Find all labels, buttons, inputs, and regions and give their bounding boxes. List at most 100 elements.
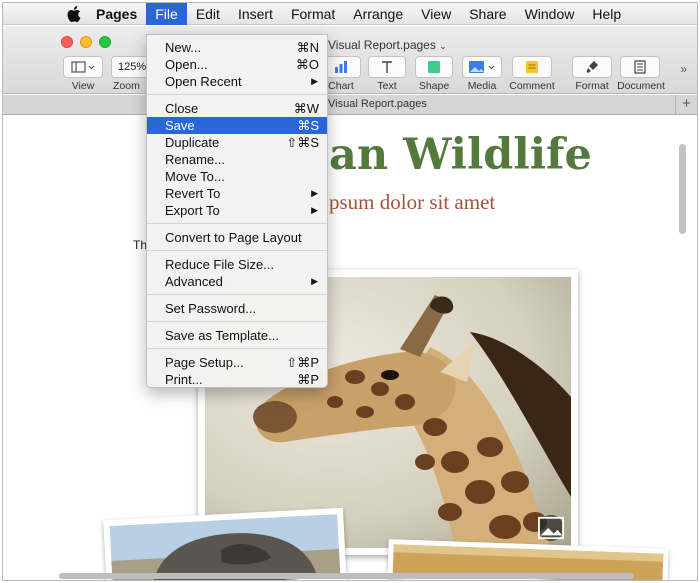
- shape-icon: [428, 61, 440, 73]
- shortcut-label: ⇧⌘P: [286, 355, 319, 370]
- submenu-arrow-icon: ▶: [311, 76, 318, 86]
- shortcut-label: ⌘P: [297, 372, 319, 387]
- shape-button[interactable]: [415, 56, 453, 78]
- media-button[interactable]: [462, 56, 502, 78]
- menu-item-print[interactable]: Print... ⌘P: [147, 371, 327, 388]
- zoom-select[interactable]: 125%: [111, 56, 149, 78]
- comment-label: Comment: [509, 80, 555, 92]
- menu-arrange[interactable]: Arrange: [344, 3, 412, 25]
- text-button[interactable]: [368, 56, 406, 78]
- horizontal-scrollbar[interactable]: [59, 573, 634, 579]
- document-body-text[interactable]: Th: [133, 238, 147, 252]
- menu-item-new[interactable]: New... ⌘N: [147, 39, 327, 56]
- comment-button[interactable]: [512, 56, 552, 78]
- menu-separator: [147, 348, 327, 349]
- close-window-button[interactable]: [61, 36, 73, 48]
- menu-item-label: Rename...: [165, 152, 225, 167]
- submenu-arrow-icon: ▶: [311, 276, 318, 286]
- menu-app-name[interactable]: Pages: [87, 3, 146, 25]
- menu-item-save-as-template[interactable]: Save as Template...: [147, 327, 327, 344]
- media-label: Media: [467, 80, 497, 92]
- zoom-window-button[interactable]: [99, 36, 111, 48]
- toolbar-overflow-icon[interactable]: »: [680, 62, 687, 76]
- text-label: Text: [377, 80, 397, 92]
- view-button[interactable]: [63, 56, 103, 78]
- tab-document[interactable]: Visual Report.pages: [328, 98, 427, 110]
- menu-window[interactable]: Window: [516, 3, 584, 25]
- menu-item-rename[interactable]: Rename...: [147, 151, 327, 168]
- menu-item-move-to[interactable]: Move To...: [147, 168, 327, 185]
- menu-item-label: Revert To: [165, 186, 221, 201]
- submenu-arrow-icon: ▶: [311, 188, 318, 198]
- shortcut-label: ⌘W: [293, 101, 319, 116]
- document-subheading[interactable]: psum dolor sit amet: [329, 190, 495, 215]
- menu-item-page-setup[interactable]: Page Setup... ⇧⌘P: [147, 354, 327, 371]
- menu-separator: [147, 294, 327, 295]
- format-button[interactable]: [572, 56, 612, 78]
- menu-item-open[interactable]: Open... ⌘O: [147, 56, 327, 73]
- app-window: Pages File Edit Insert Format Arrange Vi…: [2, 2, 698, 581]
- menu-format[interactable]: Format: [282, 3, 344, 25]
- menu-item-label: Save: [165, 118, 195, 133]
- menu-item-label: Move To...: [165, 169, 225, 184]
- menu-item-label: Print...: [165, 372, 203, 387]
- menu-bar: Pages File Edit Insert Format Arrange Vi…: [3, 3, 697, 25]
- apple-icon[interactable]: [67, 6, 81, 22]
- file-menu: New... ⌘N Open... ⌘O Open Recent ▶ Close ⌘W …: [146, 34, 328, 388]
- menu-item-open-recent[interactable]: Open Recent ▶: [147, 73, 327, 90]
- menu-item-revert-to[interactable]: Revert To ▶: [147, 185, 327, 202]
- menu-item-label: Set Password...: [165, 301, 257, 316]
- menu-separator: [147, 94, 327, 95]
- menu-item-label: Convert to Page Layout: [165, 230, 302, 245]
- minimize-window-button[interactable]: [80, 36, 92, 48]
- menu-item-reduce-file-size[interactable]: Reduce File Size...: [147, 256, 327, 273]
- menu-item-duplicate[interactable]: Duplicate ⇧⌘S: [147, 134, 327, 151]
- menu-item-label: Reduce File Size...: [165, 257, 275, 272]
- menu-item-label: New...: [165, 40, 202, 55]
- menu-item-label: Save as Template...: [165, 328, 279, 343]
- shortcut-label: ⇧⌘S: [286, 135, 319, 150]
- vertical-scrollbar[interactable]: [679, 144, 686, 234]
- text-icon: [382, 61, 392, 73]
- submenu-arrow-icon: ▶: [311, 205, 318, 215]
- menu-share[interactable]: Share: [460, 3, 515, 25]
- menu-item-export-to[interactable]: Export To ▶: [147, 202, 327, 219]
- comment-icon: [526, 61, 538, 73]
- window-title-text: Visual Report.pages: [328, 38, 436, 52]
- window-title[interactable]: Visual Report.pages ⌄: [328, 38, 447, 52]
- menu-item-convert-to-page-layout[interactable]: Convert to Page Layout: [147, 229, 327, 246]
- menu-item-advanced[interactable]: Advanced ▶: [147, 273, 327, 290]
- shape-label: Shape: [418, 80, 450, 92]
- menu-separator: [147, 250, 327, 251]
- document-canvas[interactable]: an Wildlife psum dolor sit amet Th: [3, 116, 697, 580]
- menu-view[interactable]: View: [412, 3, 460, 25]
- menu-insert[interactable]: Insert: [229, 3, 282, 25]
- image-icon[interactable]: [538, 515, 564, 541]
- new-tab-button[interactable]: +: [675, 95, 697, 115]
- format-label: Format: [575, 80, 609, 92]
- menu-item-label: Page Setup...: [165, 355, 244, 370]
- menu-item-close[interactable]: Close ⌘W: [147, 100, 327, 117]
- menu-edit[interactable]: Edit: [187, 3, 229, 25]
- document-heading[interactable]: an Wildlife: [329, 130, 592, 180]
- menu-item-label: Open...: [165, 57, 208, 72]
- shortcut-label: ⌘O: [295, 57, 319, 72]
- elephant-photo[interactable]: [103, 507, 347, 580]
- menu-help[interactable]: Help: [583, 3, 630, 25]
- tab-bar: Visual Report.pages +: [3, 95, 697, 115]
- window-toolbar: Visual Report.pages ⌄ View 125% Zoom Cha…: [3, 26, 697, 94]
- elephant-image: [109, 514, 341, 580]
- menu-item-label: Duplicate: [165, 135, 220, 150]
- menu-item-set-password[interactable]: Set Password...: [147, 300, 327, 317]
- sidebar-icon: [71, 61, 95, 73]
- menu-item-label: Close: [165, 101, 199, 116]
- menu-item-label: Export To: [165, 203, 220, 218]
- menu-item-save[interactable]: Save ⌘S: [147, 117, 327, 134]
- document-label: Document: [617, 80, 665, 92]
- paintbrush-icon: [586, 61, 598, 73]
- document-button[interactable]: [620, 56, 660, 78]
- menu-item-label: Advanced: [165, 274, 223, 289]
- menu-separator: [147, 223, 327, 224]
- menu-file[interactable]: File: [146, 3, 187, 25]
- menu-item-label: Open Recent: [165, 74, 242, 89]
